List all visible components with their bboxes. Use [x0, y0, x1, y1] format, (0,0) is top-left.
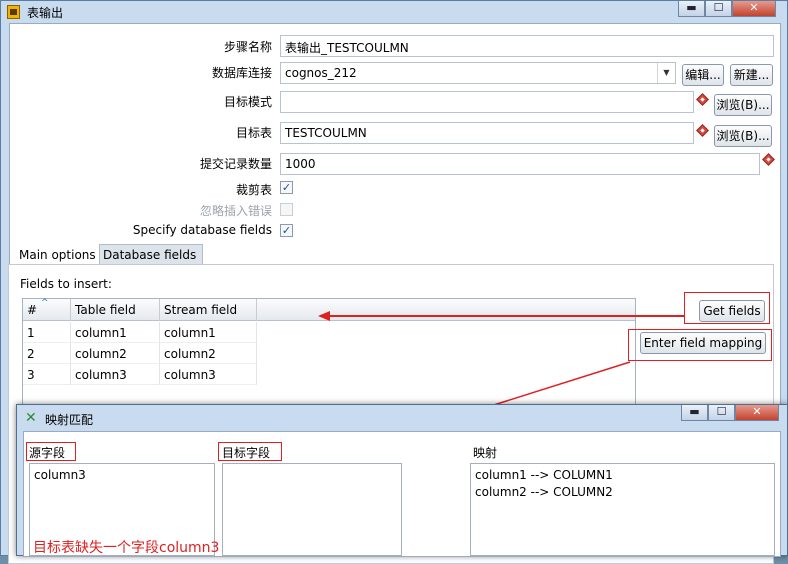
dialog-maximize-button[interactable]: ☐: [708, 405, 735, 421]
mapping-dialog-title: 映射匹配: [45, 413, 94, 427]
arrow-head-left-icon: [318, 311, 330, 321]
list-item[interactable]: column1 --> COLUMN1: [475, 467, 770, 484]
mappings-list[interactable]: column1 --> COLUMN1 column2 --> COLUMN2: [470, 463, 775, 556]
list-item[interactable]: column2 --> COLUMN2: [475, 484, 770, 501]
annotation-box-target-fields: [218, 442, 282, 461]
dialog-close-button[interactable]: ✕: [735, 405, 779, 421]
target-fields-list[interactable]: [222, 463, 402, 556]
list-item[interactable]: column3: [34, 467, 210, 484]
dialog-minimize-button[interactable]: ▬: [681, 405, 708, 421]
mappings-label: 映射: [473, 446, 498, 460]
annotation-box-source-fields: [26, 442, 76, 461]
mapping-icon: ✕: [25, 410, 37, 426]
annotation-missing-column: 目标表缺失一个字段column3: [33, 540, 220, 556]
